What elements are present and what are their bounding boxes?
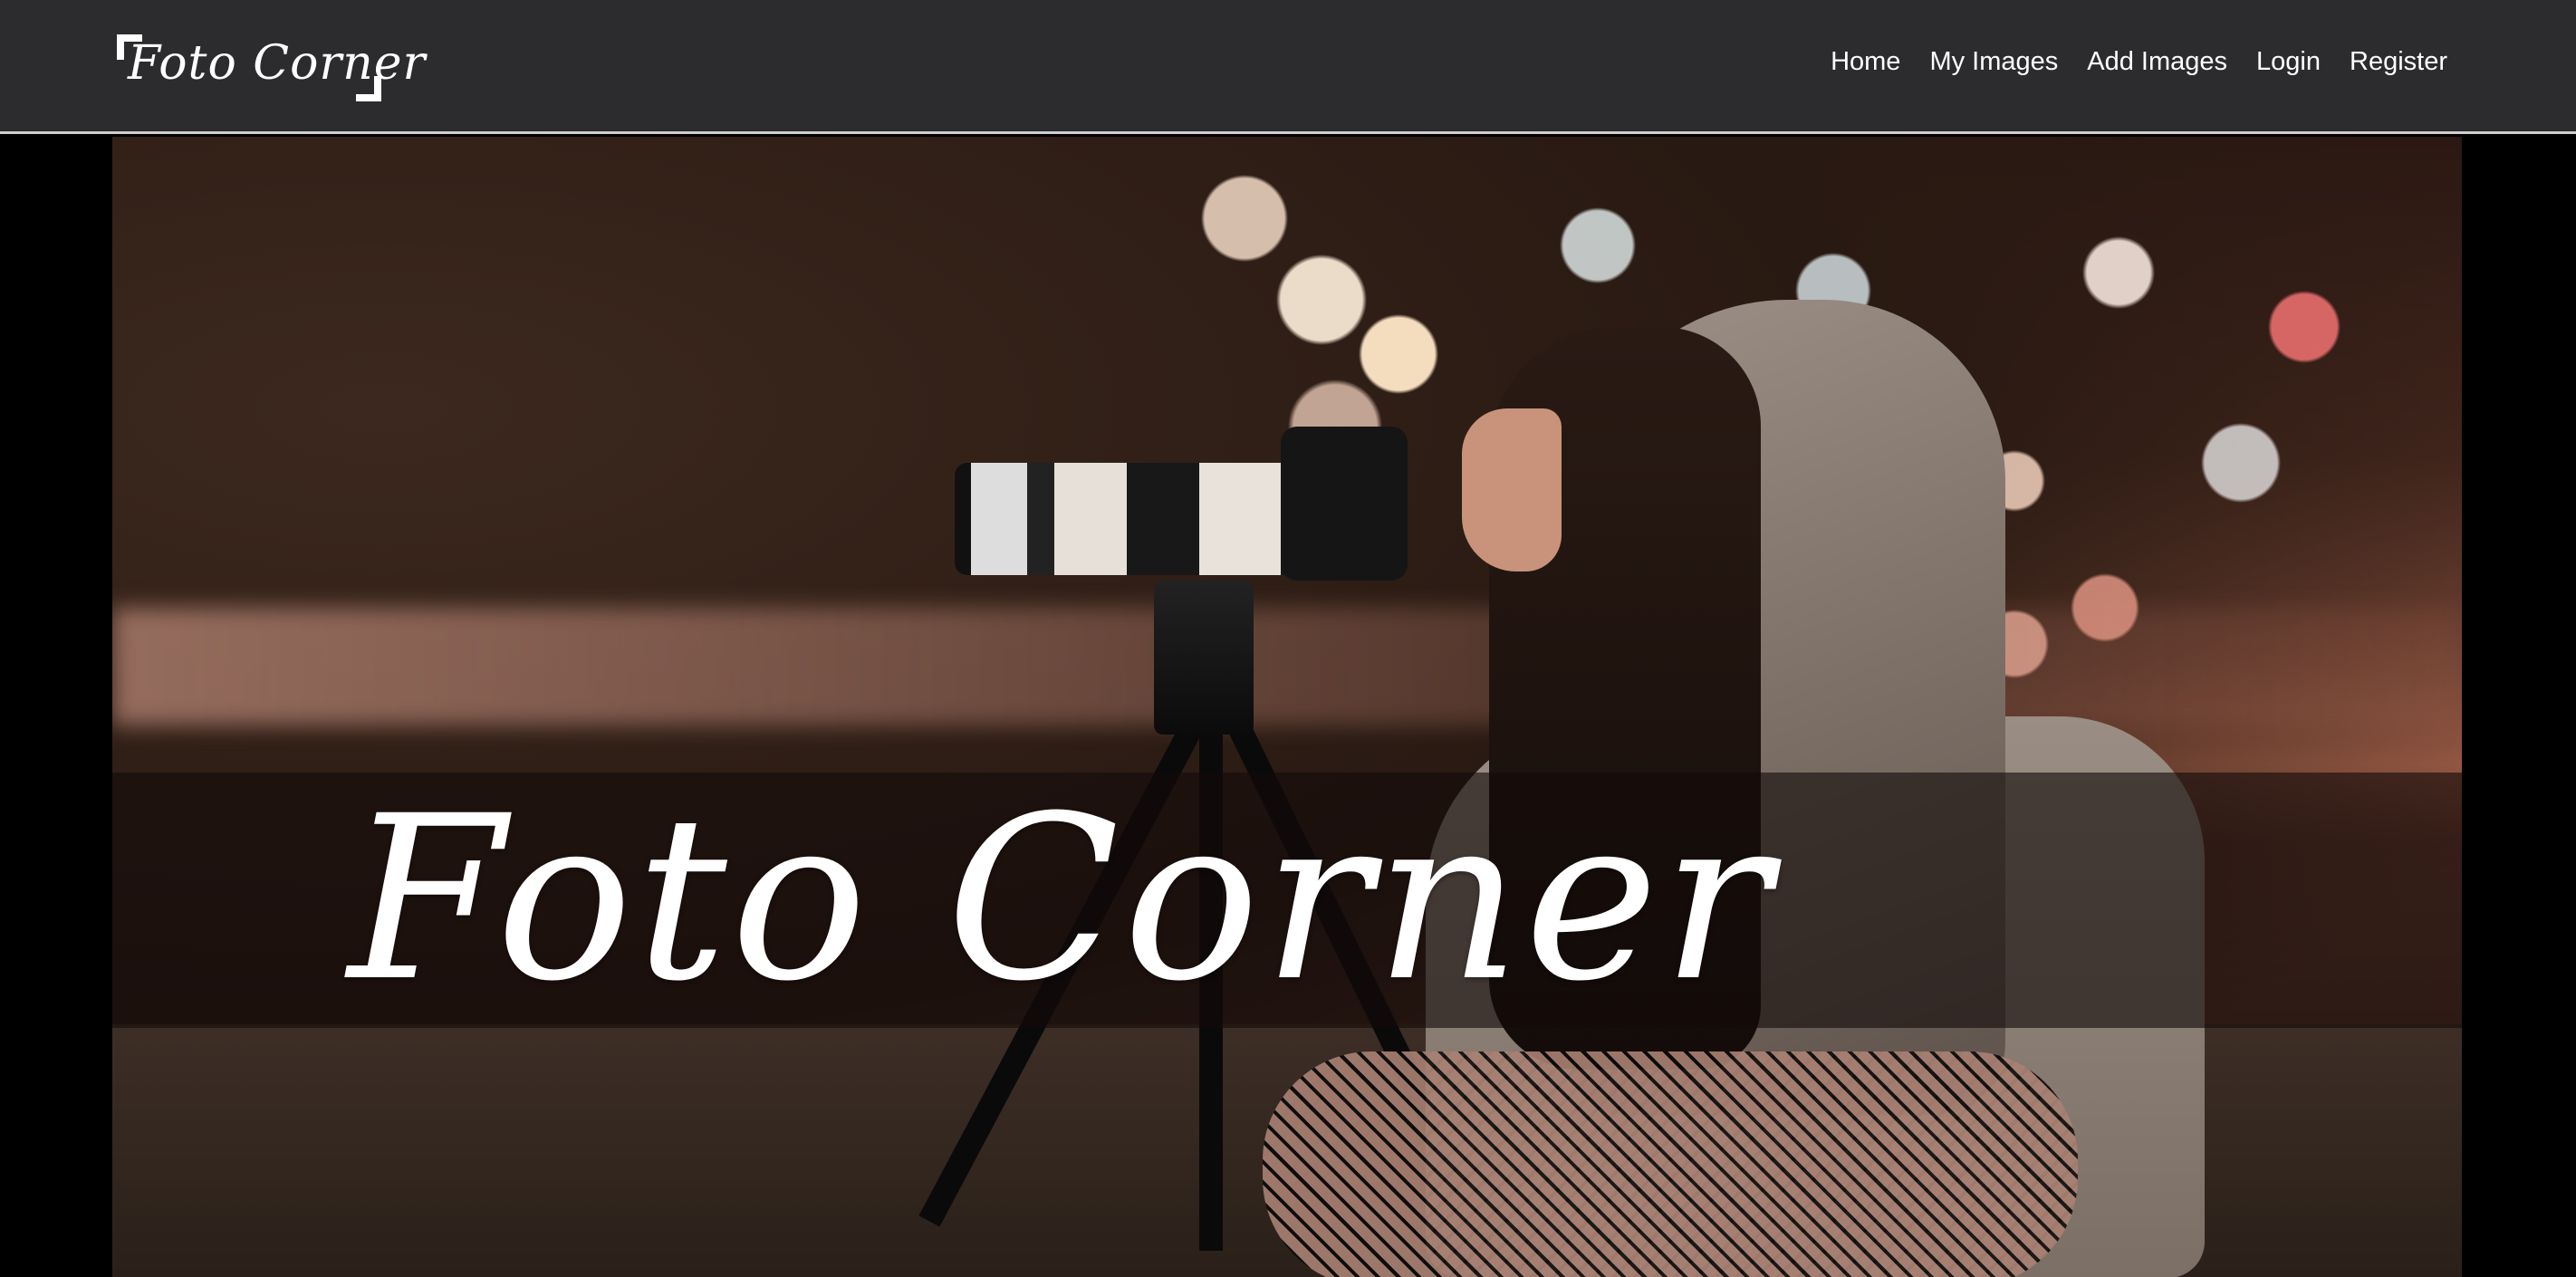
logo-corner-bottom-right	[356, 76, 381, 101]
camera-lens	[955, 463, 1326, 575]
nav-login[interactable]: Login	[2256, 47, 2321, 77]
hero-title: Foto Corner	[348, 767, 1774, 1031]
tripod-head	[1154, 581, 1254, 735]
fishnet-legs	[1263, 1051, 2078, 1277]
street-glow	[112, 608, 2462, 725]
camera-body	[1281, 427, 1408, 581]
nav-add-images[interactable]: Add Images	[2087, 47, 2227, 77]
face	[1462, 408, 1562, 571]
nav-register[interactable]: Register	[2350, 47, 2447, 77]
top-navbar: Foto Corner Home My Images Add Images Lo…	[0, 0, 2576, 134]
hero-image: Foto Corner	[112, 137, 2462, 1277]
nav-my-images[interactable]: My Images	[1929, 47, 2058, 77]
main-nav: Home My Images Add Images Login Register	[1831, 47, 2447, 77]
brand-logo[interactable]: Foto Corner	[113, 31, 425, 105]
nav-home[interactable]: Home	[1831, 47, 1900, 77]
